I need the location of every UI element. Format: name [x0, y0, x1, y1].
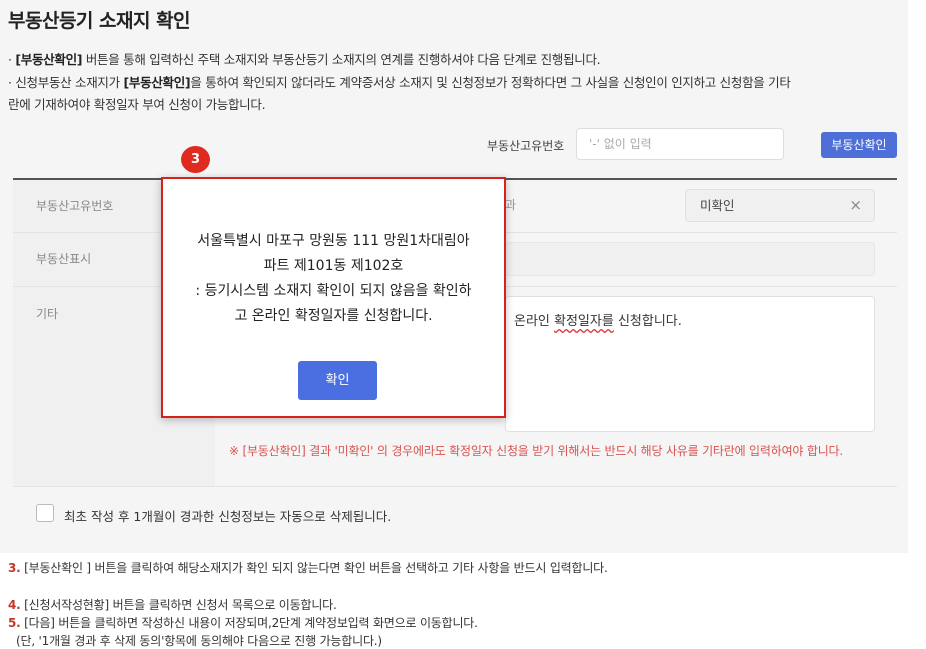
step-badge: 3	[181, 146, 210, 173]
etc-textarea[interactable]: 온라인 확정일자를 신청합니다.	[505, 296, 875, 432]
row-label-result: 과	[505, 198, 517, 212]
note-4: 4. [신청서작성현황] 버튼을 클릭하면 신청서 목록으로 이동합니다.	[8, 598, 337, 612]
row-label-etc: 기타	[36, 307, 59, 321]
dialog-ok-button[interactable]: 확인	[298, 361, 377, 400]
note-3: 3. [부동산확인 ] 버튼을 클릭하여 해당소재지가 확인 되지 않는다면 확…	[8, 561, 608, 575]
dialog-message: 서울특별시 마포구 망원동 111 망원1차대림아 파트 제101동 제102호…	[195, 233, 472, 324]
auto-delete-label: 최초 작성 후 1개월이 경과한 신청정보는 자동으로 삭제됩니다.	[64, 509, 392, 524]
row-divider	[13, 486, 897, 487]
status-value: 미확인	[700, 198, 735, 213]
property-display-field	[505, 242, 875, 276]
description-line-2: · 신청부동산 소재지가 [부동산확인]을 통하여 확인되지 않더라도 계약증서…	[8, 75, 791, 90]
close-icon[interactable]: ×	[849, 190, 862, 221]
confirm-dialog: 서울특별시 마포구 망원동 111 망원1차대림아 파트 제101동 제102호…	[161, 177, 506, 418]
description-line-1: · [부동산확인] 버튼을 통해 입력하신 주택 소재지와 부동산등기 소재지의…	[8, 52, 601, 67]
row-label-property-display: 부동산표시	[36, 252, 92, 266]
property-id-label: 부동산고유번호	[487, 139, 565, 153]
confirm-status-field[interactable]: 미확인 ×	[685, 189, 875, 222]
property-confirm-button[interactable]: 부동산확인	[821, 132, 897, 158]
note-5-sub: (단, '1개월 경과 후 삭제 동의'항목에 동의해야 다음으로 진행 가능합…	[16, 634, 382, 648]
property-id-input[interactable]: '-' 없이 입력	[576, 128, 784, 160]
warning-text: ※ [부동산확인] 결과 '미확인' 의 경우에라도 확정일자 신청을 받기 위…	[229, 444, 844, 458]
note-5: 5. [다음] 버튼을 클릭하면 작성하신 내용이 저장되며,2단계 계약정보입…	[8, 616, 478, 630]
auto-delete-checkbox[interactable]	[36, 504, 54, 522]
row-label-property-id: 부동산고유번호	[36, 199, 114, 213]
description-line-3: 란에 기재하여야 확정일자 부여 신청이 가능합니다.	[8, 97, 266, 112]
page-title: 부동산등기 소재지 확인	[8, 10, 191, 32]
